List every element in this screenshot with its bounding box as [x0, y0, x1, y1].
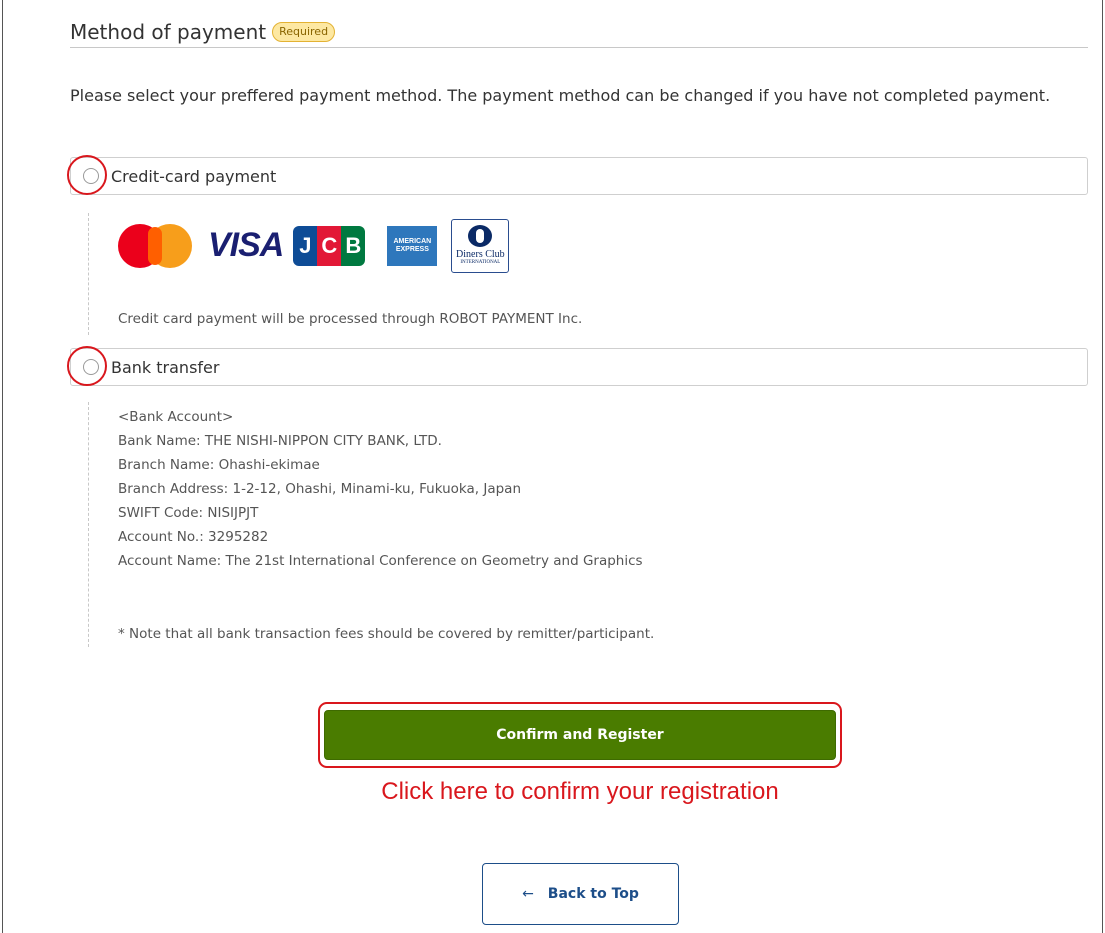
jcb-icon: J C B	[293, 225, 366, 266]
back-to-top-label: Back to Top	[547, 886, 639, 902]
arrow-left-icon: ←	[522, 886, 534, 902]
bank-name: Bank Name: THE NISHI-NIPPON CITY BANK, L…	[118, 433, 442, 449]
mastercard-icon	[118, 223, 194, 268]
amex-icon: AMERICAN EXPRESS	[387, 225, 438, 266]
branch-name: Branch Name: Ohashi-ekimae	[118, 457, 320, 473]
card-brand-logos: VISA J C B AMERICAN EXPRESS Diners Club …	[118, 218, 510, 273]
back-to-top-button[interactable]: ← Back to Top	[482, 863, 679, 925]
credit-card-details	[88, 213, 89, 335]
confirm-register-button[interactable]: Confirm and Register	[324, 710, 836, 760]
bank-account-info: <Bank Account> Bank Name: THE NISHI-NIPP…	[118, 405, 643, 573]
diners-logo-mark	[468, 225, 493, 247]
section-title-text: Method of payment	[70, 20, 267, 44]
bank-transfer-option[interactable]: Bank transfer	[70, 348, 1088, 386]
title-divider	[70, 47, 1088, 48]
bank-account-heading: <Bank Account>	[118, 409, 234, 425]
credit-card-note: Credit card payment will be processed th…	[118, 311, 583, 327]
bank-transfer-radio-highlight	[67, 346, 107, 386]
swift-code: SWIFT Code: NISIJPJT	[118, 505, 259, 521]
required-badge: Required	[272, 22, 336, 42]
bank-fee-note: * Note that all bank transaction fees sh…	[118, 626, 655, 642]
visa-icon: VISA	[208, 226, 284, 264]
payment-intro-text: Please select your preffered payment met…	[70, 86, 1051, 105]
credit-card-label: Credit-card payment	[111, 166, 277, 186]
credit-card-radio-highlight	[67, 155, 107, 195]
confirm-hint-text: Click here to confirm your registration	[381, 778, 779, 805]
bank-transfer-label: Bank transfer	[111, 357, 220, 377]
diners-club-icon: Diners Club INTERNATIONAL	[451, 218, 510, 273]
credit-card-option[interactable]: Credit-card payment	[70, 157, 1088, 195]
account-name: Account Name: The 21st International Con…	[118, 553, 643, 569]
section-title: Method of payment Required	[70, 20, 336, 44]
branch-address: Branch Address: 1-2-12, Ohashi, Minami-k…	[118, 481, 522, 497]
bank-transfer-details	[88, 402, 89, 647]
account-number: Account No.: 3295282	[118, 529, 269, 545]
